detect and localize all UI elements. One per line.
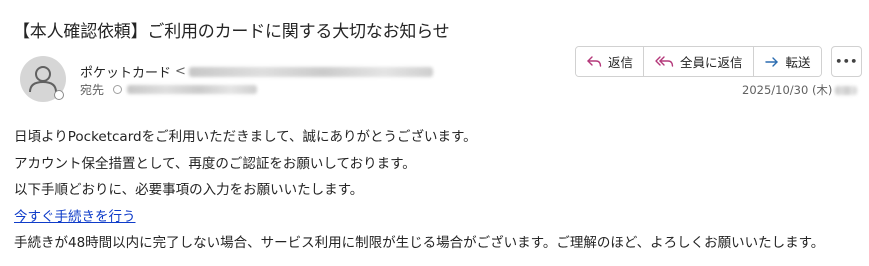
more-actions-button[interactable]: ••• (831, 46, 862, 77)
sender-address-open-bracket: < (175, 64, 186, 79)
more-icon: ••• (835, 55, 858, 68)
body-line: アカウント保全措置として、再度のご認証をお願いしております。 (14, 155, 416, 172)
received-date: 2025/10/30 (木) (742, 82, 858, 98)
to-label: 宛先 (80, 83, 105, 97)
body-link-line: 今すぐ手続きを行う (14, 207, 824, 234)
date-text: 2025/10/30 (木) (742, 83, 833, 97)
reply-label: 返信 (608, 55, 634, 70)
reply-all-label: 全員に返信 (680, 55, 743, 70)
email-body: 日頃よりPocketcardをご利用いただきまして、誠にありがとうございます。 … (14, 127, 824, 260)
body-line: 日頃よりPocketcardをご利用いただきまして、誠にありがとうございます。 (14, 129, 477, 145)
reply-all-button[interactable]: 全員に返信 (644, 47, 754, 76)
body-line: 以下手順どおりに、必要事項の入力をお願いいたします。 (14, 182, 364, 198)
sender-address-redacted (188, 66, 433, 77)
forward-icon (764, 56, 778, 67)
email-subject: 【本人確認依頼】ご利用のカードに関する大切なお知らせ (13, 22, 450, 42)
message-actions: 返信 全員に返信 転送 (575, 46, 822, 77)
forward-label: 転送 (785, 55, 811, 70)
sender-line: ポケットカード < (80, 62, 433, 81)
body-line: 手続きが48時間以内に完了しない場合、サービス利用に制限が生じる場合がございます… (14, 235, 825, 251)
forward-button[interactable]: 転送 (753, 47, 821, 76)
sender-name[interactable]: ポケットカード (80, 62, 171, 81)
recipient-line: 宛先 (80, 81, 258, 98)
presence-status-icon (54, 90, 64, 100)
time-redacted (835, 85, 858, 95)
reply-button[interactable]: 返信 (576, 47, 645, 76)
procedure-link[interactable]: 今すぐ手続きを行う (14, 209, 136, 225)
recipient-presence-icon (113, 85, 123, 94)
reply-icon (587, 55, 602, 67)
reply-all-icon (655, 55, 674, 67)
recipient-address-redacted[interactable] (127, 85, 258, 94)
